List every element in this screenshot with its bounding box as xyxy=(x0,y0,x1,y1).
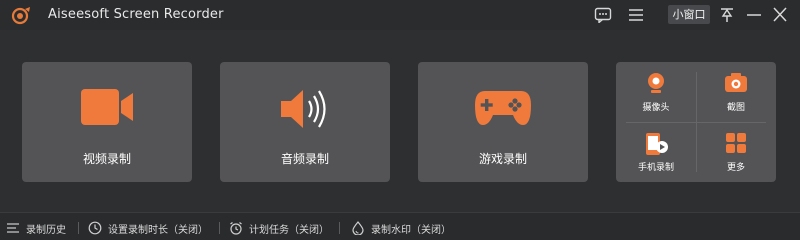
more-tools-panel: 摄像头 截图 手机录制 更多 xyxy=(616,62,776,182)
phone-record-button[interactable]: 手机录制 xyxy=(616,122,696,182)
mini-window-button[interactable]: 小窗口 xyxy=(668,5,710,24)
set-duration-button[interactable]: 设置录制时长（关闭） xyxy=(88,220,208,236)
watermark-label: 录制水印（关闭） xyxy=(371,224,451,236)
menu-icon[interactable] xyxy=(627,7,645,23)
grid-more-icon xyxy=(726,133,746,153)
separator xyxy=(339,222,340,234)
gamepad-icon xyxy=(475,91,531,125)
game-record-label: 游戏录制 xyxy=(478,152,527,166)
app-logo-icon xyxy=(11,7,30,25)
game-record-tile[interactable]: 游戏录制 xyxy=(418,62,588,182)
phone-record-label: 手机录制 xyxy=(637,163,674,173)
webcam-label: 摄像头 xyxy=(642,103,670,113)
watermark-button[interactable]: 录制水印（关闭） xyxy=(351,220,451,236)
set-duration-label: 设置录制时长（关闭） xyxy=(108,224,208,236)
speaker-icon xyxy=(281,90,326,128)
clock-icon xyxy=(88,221,102,235)
screenshot-button[interactable]: 截图 xyxy=(696,62,776,122)
screenshot-label: 截图 xyxy=(726,103,745,113)
video-record-label: 视频录制 xyxy=(82,152,131,166)
separator xyxy=(78,222,79,234)
scheduled-task-button[interactable]: 计划任务（关闭） xyxy=(229,220,329,236)
main-area: 视频录制 音频录制 游戏录制 摄像头 截图 手机录制 更多 xyxy=(0,30,800,212)
close-icon[interactable] xyxy=(771,7,789,23)
webcam-button[interactable]: 摄像头 xyxy=(616,62,696,122)
title-bar: Aiseesoft Screen Recorder 小窗口 xyxy=(0,0,800,30)
feedback-icon[interactable] xyxy=(594,7,612,23)
pin-icon[interactable] xyxy=(718,7,736,23)
water-drop-icon xyxy=(352,221,364,235)
webcam-icon xyxy=(648,73,664,93)
video-record-tile[interactable]: 视频录制 xyxy=(22,62,192,182)
recording-history-label: 录制历史 xyxy=(26,224,66,236)
audio-record-label: 音频录制 xyxy=(280,152,329,166)
more-button[interactable]: 更多 xyxy=(696,122,776,182)
status-bar: 录制历史 设置录制时长（关闭） 计划任务（关闭） 录制水印（关闭） xyxy=(0,212,800,240)
phone-record-icon xyxy=(646,133,668,155)
app-title: Aiseesoft Screen Recorder xyxy=(48,7,224,22)
list-icon xyxy=(7,223,19,233)
minimize-icon[interactable] xyxy=(745,7,763,23)
alarm-clock-icon xyxy=(230,222,242,235)
scheduled-task-label: 计划任务（关闭） xyxy=(249,224,329,236)
audio-record-tile[interactable]: 音频录制 xyxy=(220,62,390,182)
app-window: Aiseesoft Screen Recorder 小窗口 视频录制 音频录制 … xyxy=(0,0,800,240)
camera-snapshot-icon xyxy=(725,73,747,92)
recording-history-button[interactable]: 录制历史 xyxy=(6,220,66,236)
video-camera-icon xyxy=(81,89,133,125)
separator xyxy=(219,222,220,234)
more-label: 更多 xyxy=(726,163,745,173)
